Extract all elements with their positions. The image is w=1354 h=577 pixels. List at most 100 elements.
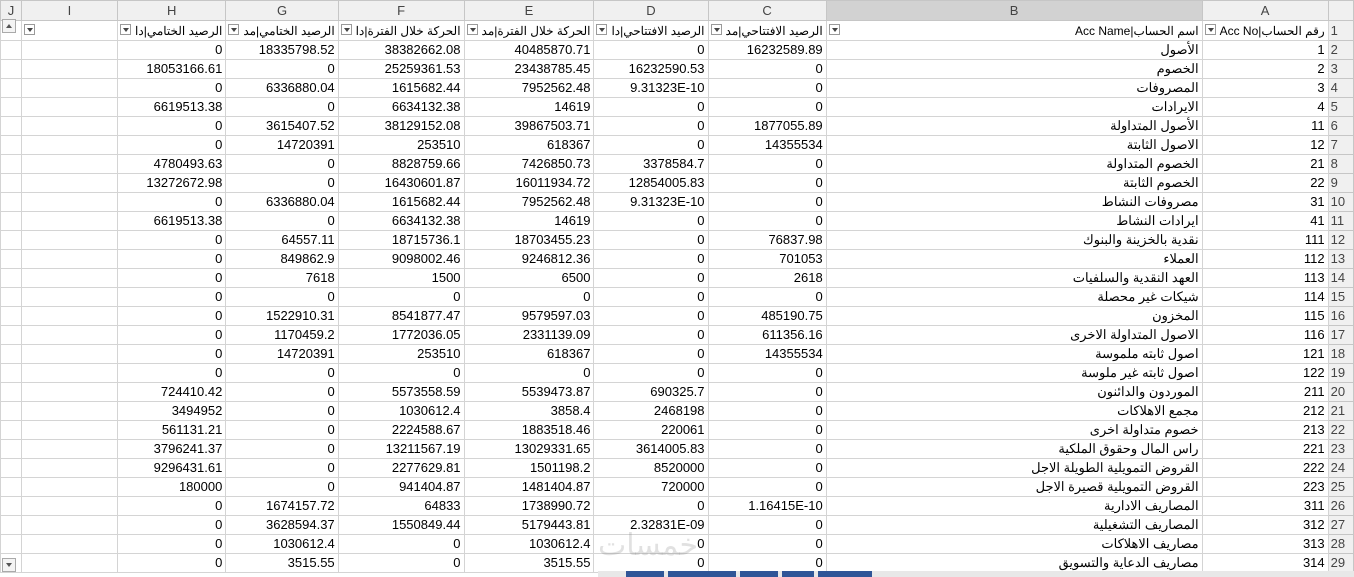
cell-closing-debit[interactable]: 3628594.37 (225, 515, 339, 535)
cell-opening-credit[interactable]: 0 (593, 268, 709, 288)
cell-j[interactable] (0, 230, 22, 250)
cell-j[interactable] (0, 496, 22, 516)
column-header-f[interactable]: F (337, 0, 465, 21)
filter-dropdown-icon[interactable] (228, 24, 240, 35)
cell-period-credit[interactable]: 253510 (337, 135, 465, 155)
cell-closing-credit[interactable]: 0 (117, 325, 227, 345)
cell-account-number[interactable]: 213 (1201, 420, 1329, 440)
cell-period-credit[interactable]: 1772036.05 (337, 325, 465, 345)
cell-account-name[interactable]: مصروفات النشاط (825, 192, 1203, 212)
cell-closing-credit[interactable]: 0 (117, 249, 227, 269)
cell-opening-debit[interactable]: 76837.98 (707, 230, 827, 250)
cell-account-name[interactable]: المصاريف التشغيلية (825, 515, 1203, 535)
cell-closing-debit[interactable]: 3515.55 (225, 553, 339, 573)
cell-closing-debit[interactable]: 14720391 (225, 135, 339, 155)
cell-closing-credit[interactable]: 6619513.38 (117, 97, 227, 117)
cell-account-number[interactable]: 222 (1201, 458, 1329, 478)
cell-account-number[interactable]: 114 (1201, 287, 1329, 307)
cell-period-debit[interactable]: 6500 (463, 268, 595, 288)
cell-account-number[interactable]: 3 (1201, 78, 1329, 98)
row-header[interactable]: 3 (1327, 59, 1354, 79)
cell-account-number[interactable]: 112 (1201, 249, 1329, 269)
cell-closing-debit[interactable]: 0 (225, 59, 339, 79)
cell-account-number[interactable]: 221 (1201, 439, 1329, 459)
filter-dropdown-icon[interactable] (710, 24, 722, 35)
cell-closing-credit[interactable]: 0 (117, 230, 227, 250)
cell-opening-debit[interactable]: 0 (707, 534, 827, 554)
cell-j[interactable] (0, 458, 22, 478)
cell-period-credit[interactable]: 64833 (337, 496, 465, 516)
cell-closing-credit[interactable]: 561131.21 (117, 420, 227, 440)
cell-account-name[interactable]: الخصوم الثابتة (825, 173, 1203, 193)
cell-opening-credit[interactable]: 220061 (593, 420, 709, 440)
cell-account-name[interactable]: الاصول الثابتة (825, 135, 1203, 155)
cell-opening-credit[interactable]: 0 (593, 363, 709, 383)
cell-period-credit[interactable]: 25259361.53 (337, 59, 465, 79)
cell-i[interactable] (20, 477, 119, 497)
cell-period-debit[interactable]: 3858.4 (463, 401, 595, 421)
column-header-e[interactable]: E (463, 0, 595, 21)
cell-closing-debit[interactable]: 6336880.04 (225, 78, 339, 98)
cell-opening-debit[interactable]: 1877055.89 (707, 116, 827, 136)
cell-account-number[interactable]: 111 (1201, 230, 1329, 250)
cell-i[interactable] (20, 553, 119, 573)
cell-period-credit[interactable]: 0 (337, 553, 465, 573)
cell-period-debit[interactable]: 16011934.72 (463, 173, 595, 193)
row-header[interactable]: 28 (1327, 534, 1354, 554)
cell-opening-credit[interactable]: 3378584.7 (593, 154, 709, 174)
cell-closing-credit[interactable]: 0 (117, 135, 227, 155)
cell-opening-credit[interactable]: 0 (593, 40, 709, 60)
cell-j[interactable] (0, 363, 22, 383)
cell-period-debit[interactable]: 618367 (463, 344, 595, 364)
cell-closing-debit[interactable]: 1170459.2 (225, 325, 339, 345)
cell-period-debit[interactable]: 1738990.72 (463, 496, 595, 516)
cell-opening-credit[interactable]: 0 (593, 249, 709, 269)
cell-closing-credit[interactable]: 18053166.61 (117, 59, 227, 79)
cell-i[interactable] (20, 78, 119, 98)
column-header-j[interactable]: J (0, 0, 22, 21)
cell-account-number[interactable]: 314 (1201, 553, 1329, 573)
cell-opening-debit[interactable]: 0 (707, 173, 827, 193)
filter-dropdown-icon[interactable] (120, 24, 132, 35)
cell-j[interactable] (0, 192, 22, 212)
row-header[interactable]: 20 (1327, 382, 1354, 402)
filter-dropdown-icon[interactable] (23, 24, 35, 35)
cell-account-name[interactable]: القروض التمويلية الطويلة الاجل (825, 458, 1203, 478)
cell-account-number[interactable]: 313 (1201, 534, 1329, 554)
cell-period-credit[interactable]: 8541877.47 (337, 306, 465, 326)
cell-period-debit[interactable]: 14619 (463, 211, 595, 231)
cell-account-name[interactable]: نقدية بالخزينة والبنوك (825, 230, 1203, 250)
row-header[interactable]: 18 (1327, 344, 1354, 364)
cell-j[interactable] (0, 287, 22, 307)
cell-closing-credit[interactable]: 180000 (117, 477, 227, 497)
cell-closing-debit[interactable]: 0 (225, 382, 339, 402)
cell-period-credit[interactable]: 6634132.38 (337, 97, 465, 117)
cell-account-name[interactable]: مصاريف الاهلاكات (825, 534, 1203, 554)
cell-period-debit[interactable]: 18703455.23 (463, 230, 595, 250)
cell-opening-credit[interactable]: 3614005.83 (593, 439, 709, 459)
cell-opening-debit[interactable]: 14355534 (707, 344, 827, 364)
cell-period-debit[interactable]: 7426850.73 (463, 154, 595, 174)
cell-period-debit[interactable]: 5179443.81 (463, 515, 595, 535)
cell-closing-debit[interactable]: 1674157.72 (225, 496, 339, 516)
cell-period-debit[interactable]: 9579597.03 (463, 306, 595, 326)
cell-account-name[interactable]: مصاريف الدعاية والتسويق (825, 553, 1203, 573)
cell-i[interactable] (20, 534, 119, 554)
sheet-tab[interactable] (818, 571, 872, 577)
cell-opening-debit[interactable]: 14355534 (707, 135, 827, 155)
filter-cell-c[interactable]: الرصيد الافتتاحي|مد (707, 20, 827, 41)
cell-opening-debit[interactable]: 0 (707, 78, 827, 98)
filter-cell-b[interactable]: اسم الحساب|Acc Name (825, 20, 1203, 41)
cell-i[interactable] (20, 154, 119, 174)
cell-opening-debit[interactable]: 0 (707, 192, 827, 212)
cell-j[interactable] (0, 534, 22, 554)
cell-period-credit[interactable]: 0 (337, 363, 465, 383)
cell-i[interactable] (20, 325, 119, 345)
cell-opening-debit[interactable]: 0 (707, 458, 827, 478)
cell-closing-debit[interactable]: 0 (225, 97, 339, 117)
cell-opening-debit[interactable]: 611356.16 (707, 325, 827, 345)
row-header[interactable]: 8 (1327, 154, 1354, 174)
cell-j[interactable] (0, 325, 22, 345)
cell-opening-credit[interactable]: 8520000 (593, 458, 709, 478)
cell-j[interactable] (0, 439, 22, 459)
